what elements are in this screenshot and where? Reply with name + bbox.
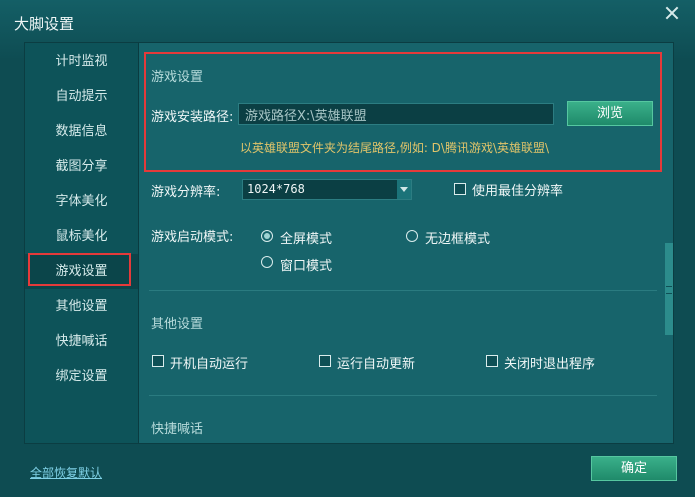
autostart-label: 开机自动运行 [170,357,249,372]
window-mode-label: 窗口模式 [280,259,333,274]
scrollbar-grip-icon[interactable] [666,286,672,294]
fullscreen-label: 全屏模式 [280,232,333,247]
divider [149,290,657,291]
autoupdate-label: 运行自动更新 [337,357,416,372]
sidebar-item-data-info[interactable]: 数据信息 [25,114,138,149]
sidebar-item-other[interactable]: 其他设置 [25,289,138,324]
borderless-radio[interactable] [406,230,418,242]
borderless-label: 无边框模式 [425,232,491,247]
section-title-game: 游戏设置 [151,70,204,85]
browse-button[interactable]: 浏览 [567,101,653,126]
ok-button[interactable]: 确定 [591,456,677,481]
resolution-value: 1024*768 [247,182,305,196]
chevron-down-icon[interactable] [397,180,411,199]
path-hint: 以英雄联盟文件夹为结尾路径,例如: D\腾讯游戏\英雄联盟\ [240,141,550,155]
settings-panel: 游戏设置 游戏安装路径: 浏览 以英雄联盟文件夹为结尾路径,例如: D\腾讯游戏… [139,43,673,443]
exit-on-close-label: 关闭时退出程序 [504,357,596,372]
resolution-select[interactable]: 1024*768 [242,179,412,200]
window-mode-radio[interactable] [261,256,273,268]
autoupdate-checkbox[interactable] [319,355,331,367]
sidebar-item-mouse[interactable]: 鼠标美化 [25,219,138,254]
reset-all-link[interactable]: 全部恢复默认 [30,464,102,481]
section-title-other: 其他设置 [151,317,204,332]
window-title: 大脚设置 [14,15,75,33]
sidebar-item-auto-tips[interactable]: 自动提示 [25,79,138,114]
install-path-label: 游戏安装路径: [151,110,234,125]
sidebar-item-font[interactable]: 字体美化 [25,184,138,219]
best-resolution-label: 使用最佳分辨率 [472,184,564,199]
settings-window: 大脚设置 计时监视 自动提示 数据信息 截图分享 字体美化 鼠标美化 游戏设置 … [0,0,695,497]
section-title-quick-chat: 快捷喊话 [151,422,204,437]
launch-mode-label: 游戏启动模式: [151,230,234,245]
install-path-input[interactable] [238,103,554,125]
resolution-label: 游戏分辨率: [151,185,221,200]
scrollbar[interactable] [665,243,673,335]
active-item-highlight [28,253,131,286]
sidebar-item-quick-chat[interactable]: 快捷喊话 [25,324,138,359]
fullscreen-radio[interactable] [261,230,273,242]
content-area: 计时监视 自动提示 数据信息 截图分享 字体美化 鼠标美化 游戏设置 其他设置 … [24,42,674,444]
sidebar-item-screenshot[interactable]: 截图分享 [25,149,138,184]
sidebar: 计时监视 自动提示 数据信息 截图分享 字体美化 鼠标美化 游戏设置 其他设置 … [25,43,139,443]
autostart-checkbox[interactable] [152,355,164,367]
exit-on-close-checkbox[interactable] [486,355,498,367]
divider [149,395,657,396]
close-icon[interactable] [663,4,681,22]
sidebar-item-timer[interactable]: 计时监视 [25,44,138,79]
sidebar-item-binding[interactable]: 绑定设置 [25,359,138,394]
best-resolution-checkbox[interactable] [454,183,466,195]
